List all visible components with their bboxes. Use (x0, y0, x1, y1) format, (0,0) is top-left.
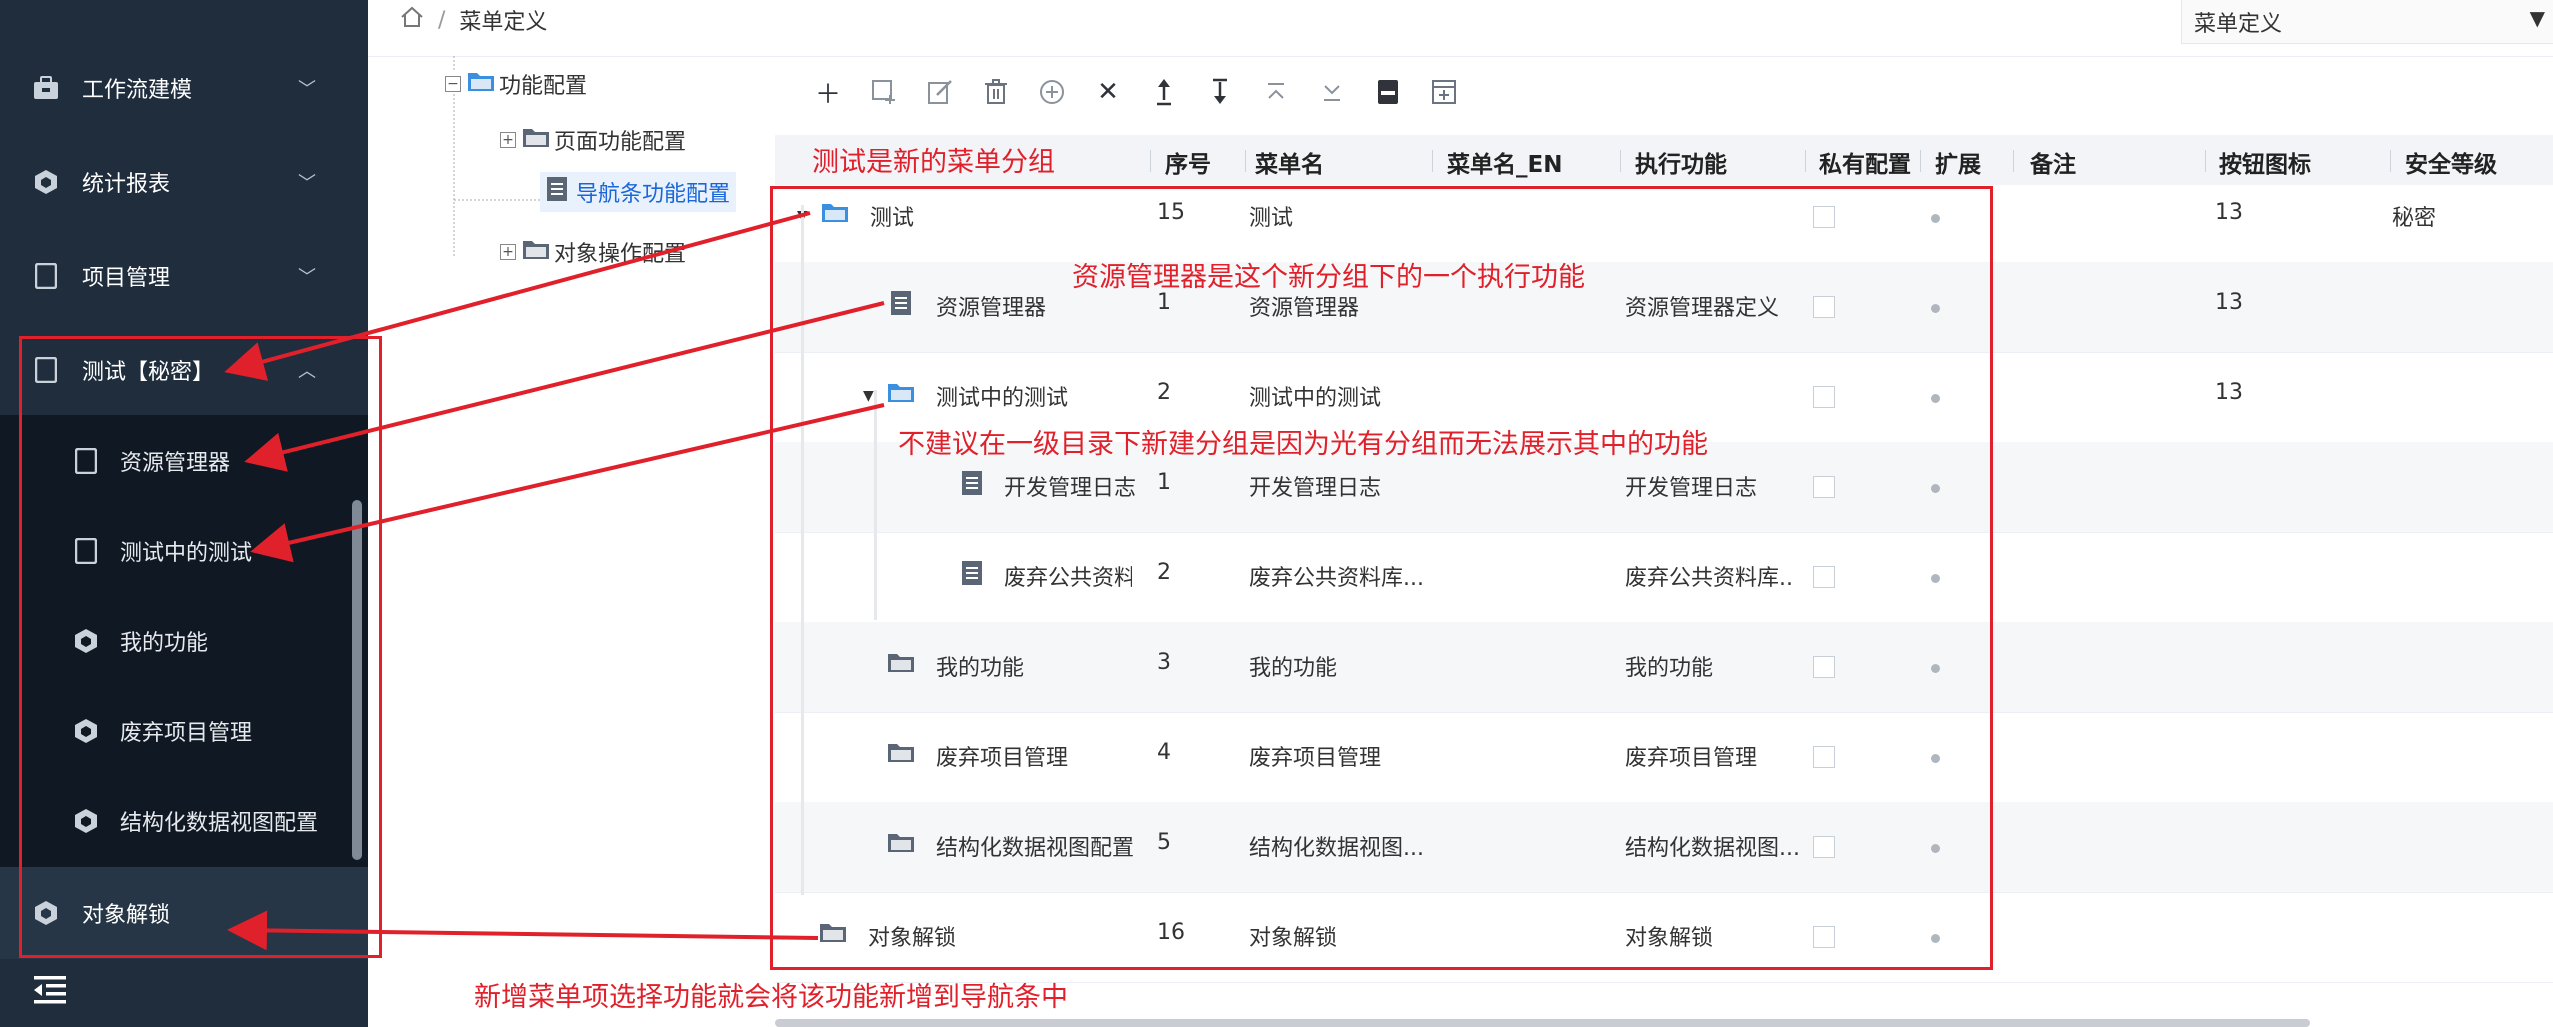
annotation-arrow (224, 211, 811, 381)
annotation-arrow (250, 403, 885, 563)
annotation-arrow (227, 910, 819, 951)
annotation-arrows (224, 211, 885, 951)
annotation-arrow (244, 301, 885, 472)
